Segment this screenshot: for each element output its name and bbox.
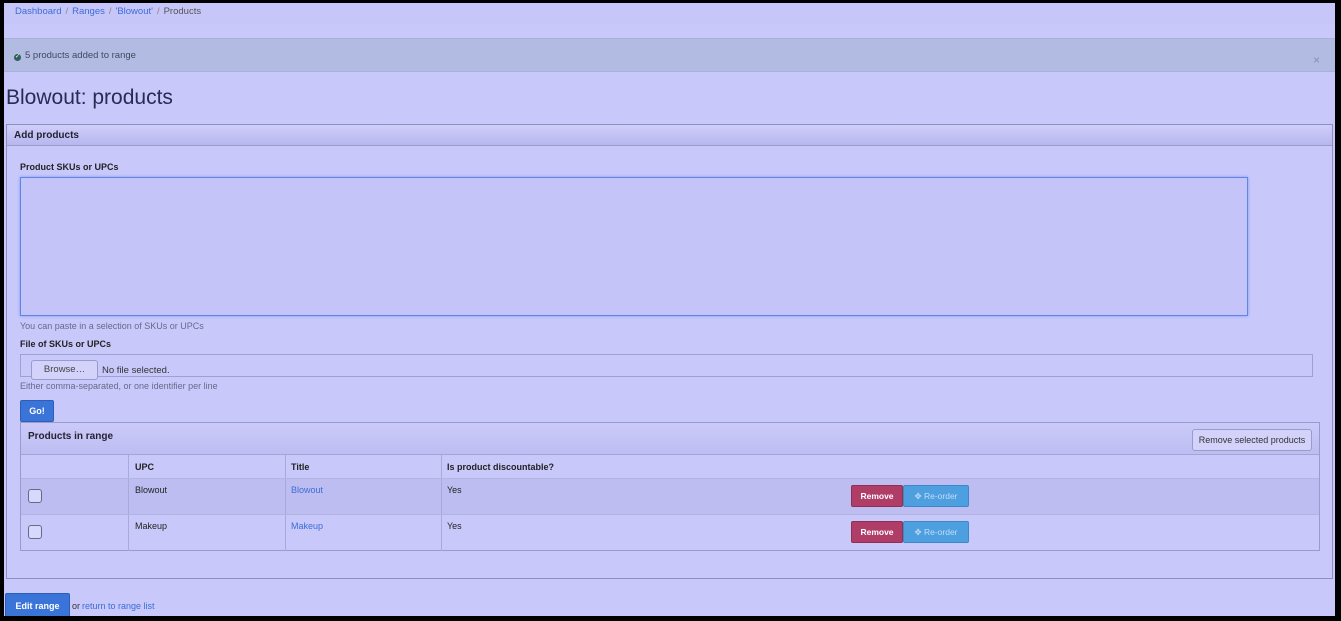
panel-title: Add products xyxy=(14,130,79,141)
column-header-discountable: Is product discountable? xyxy=(447,462,555,472)
go-button[interactable]: Go! xyxy=(20,400,54,422)
alert-close-button[interactable]: × xyxy=(1313,53,1320,67)
add-products-panel: Add products Product SKUs or UPCs You ca… xyxy=(6,124,1333,579)
remove-selected-button[interactable]: Remove selected products xyxy=(1192,429,1312,451)
breadcrumb-separator: / xyxy=(65,6,69,17)
panel-header: Add products xyxy=(7,125,1332,146)
remove-button[interactable]: Remove xyxy=(851,485,903,507)
check-circle-icon: ✓ xyxy=(14,54,21,61)
success-alert: ✓ 5 products added to range × xyxy=(4,38,1335,72)
move-arrows-icon: ✥ xyxy=(914,527,922,537)
cell-discountable: Yes xyxy=(447,521,462,531)
breadcrumb-band xyxy=(4,3,1335,24)
breadcrumb-ranges[interactable]: Ranges xyxy=(72,6,105,17)
footer-or-text: or xyxy=(72,601,81,611)
skus-label: Product SKUs or UPCs xyxy=(20,162,119,172)
page-title: Blowout: products xyxy=(6,86,173,109)
range-header: Products in range Remove selected produc… xyxy=(21,423,1319,455)
column-divider xyxy=(128,455,129,551)
row-divider xyxy=(21,514,1319,515)
cell-discountable: Yes xyxy=(447,485,462,495)
breadcrumb: Dashboard / Ranges / 'Blowout' / Products xyxy=(15,6,201,17)
product-title-link[interactable]: Makeup xyxy=(291,521,323,531)
file-status: No file selected. xyxy=(102,365,170,376)
row-checkbox[interactable] xyxy=(28,489,42,503)
cell-upc: Blowout xyxy=(135,485,168,495)
alert-message: 5 products added to range xyxy=(25,50,136,61)
products-in-range-panel: Products in range Remove selected produc… xyxy=(20,422,1320,551)
reorder-button[interactable]: ✥ Re-order xyxy=(903,485,969,507)
file-help-text: Either comma-separated, or one identifie… xyxy=(20,381,218,391)
header-divider xyxy=(21,478,1319,479)
skus-help-text: You can paste in a selection of SKUs or … xyxy=(20,321,204,331)
reorder-button[interactable]: ✥ Re-order xyxy=(903,521,969,543)
return-to-range-list-link[interactable]: return to range list xyxy=(82,601,155,611)
breadcrumb-current: Products xyxy=(163,6,202,17)
table-row-bg xyxy=(21,514,1319,550)
page: Dashboard / Ranges / 'Blowout' / Products ✓ 5 … xyxy=(4,3,1335,616)
breadcrumb-separator: / xyxy=(156,6,160,17)
column-header-upc: UPC xyxy=(135,462,155,472)
cell-upc: Makeup xyxy=(135,521,168,531)
row-checkbox[interactable] xyxy=(28,525,42,539)
file-label: File of SKUs or UPCs xyxy=(20,339,112,349)
skus-textarea[interactable] xyxy=(20,177,1248,316)
column-header-title: Title xyxy=(291,462,310,472)
edit-range-button[interactable]: Edit range xyxy=(5,593,70,616)
breadcrumb-separator: / xyxy=(108,6,112,17)
range-title: Products in range xyxy=(28,431,114,442)
file-input[interactable]: Browse… No file selected. xyxy=(20,354,1313,380)
move-arrows-icon: ✥ xyxy=(914,491,922,501)
reorder-label: Re-order xyxy=(923,527,958,537)
browse-button[interactable]: Browse… xyxy=(31,360,98,380)
column-divider xyxy=(285,455,286,551)
column-divider xyxy=(441,455,442,551)
remove-button[interactable]: Remove xyxy=(851,521,903,543)
breadcrumb-range-blowout[interactable]: 'Blowout' xyxy=(116,6,153,17)
breadcrumb-dashboard[interactable]: Dashboard xyxy=(15,6,61,17)
product-title-link[interactable]: Blowout xyxy=(291,485,323,495)
reorder-label: Re-order xyxy=(923,491,958,501)
table-row-bg xyxy=(21,478,1319,514)
